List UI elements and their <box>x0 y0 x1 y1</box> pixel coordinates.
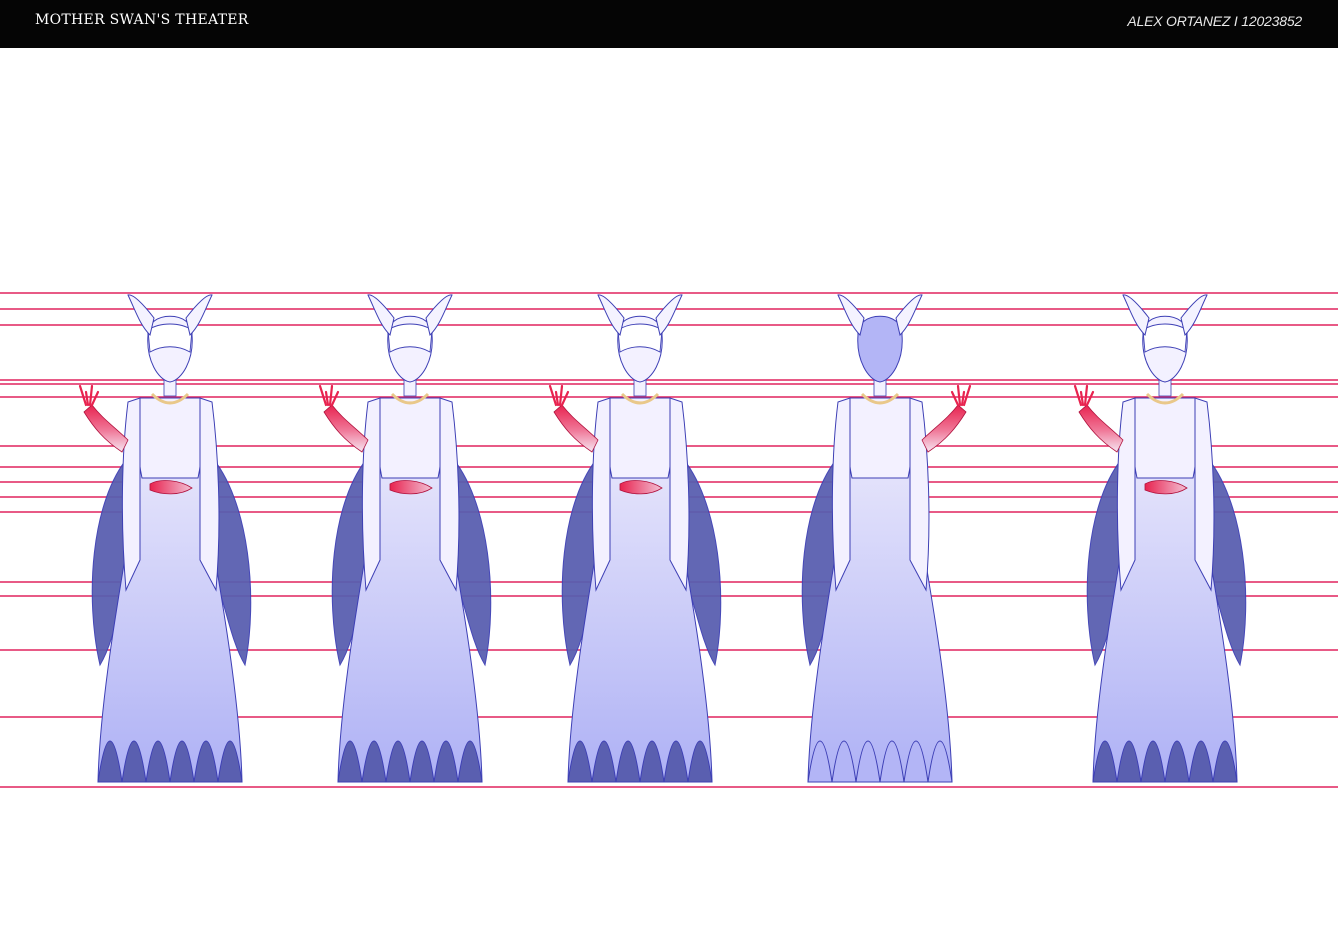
headdress-wing-left <box>837 294 865 336</box>
headdress-wing-right <box>185 294 213 336</box>
cape-sleeve-right <box>199 397 220 592</box>
bodice <box>847 397 913 479</box>
bodice <box>137 397 203 479</box>
raised-arm <box>921 404 967 453</box>
claw-finger <box>560 390 570 407</box>
headdress-wing-left <box>1122 294 1150 336</box>
headdress-wing-right <box>425 294 453 336</box>
claw-finger <box>318 384 328 407</box>
cape-sleeve-left <box>591 397 611 592</box>
raised-arm <box>323 404 369 453</box>
bodice <box>1132 397 1198 479</box>
bodice <box>607 397 673 479</box>
turnaround-artwork <box>0 292 1338 788</box>
claw-finger <box>88 384 94 407</box>
raised-arm <box>553 404 599 453</box>
claw-finger <box>956 384 962 407</box>
character-turnaround-sheet <box>0 48 1338 926</box>
project-title: MOTHER SWAN'S THEATER <box>35 12 249 28</box>
cape-sleeve-left <box>831 397 851 592</box>
character-view-three-quarter-alt <box>1073 294 1247 783</box>
headdress-wing-left <box>597 294 625 336</box>
headdress-wing-right <box>895 294 923 336</box>
cape-sleeve-right <box>909 397 930 592</box>
character-view-back <box>801 294 972 783</box>
headdress-wing-left <box>127 294 155 336</box>
claw-finger <box>962 384 972 407</box>
raised-arm <box>83 404 129 453</box>
cape-sleeve-left <box>361 397 381 592</box>
headdress-wing-right <box>655 294 683 336</box>
claw-finger <box>548 384 558 407</box>
bodice <box>377 397 443 479</box>
claw-finger <box>950 390 960 407</box>
claw-finger <box>78 384 88 407</box>
character-view-side <box>548 294 722 783</box>
claw-finger <box>328 384 334 407</box>
cape-sleeve-right <box>439 397 460 592</box>
raised-arm <box>1078 404 1124 453</box>
claw-finger <box>558 384 564 407</box>
claw-finger <box>90 390 100 407</box>
headdress-wing-left <box>367 294 395 336</box>
cape-sleeve-left <box>121 397 141 592</box>
cape-sleeve-right <box>669 397 690 592</box>
claw-finger <box>1073 384 1083 407</box>
cape-sleeve-right <box>1194 397 1215 592</box>
headdress-wing-right <box>1180 294 1208 336</box>
claw-finger <box>1085 390 1095 407</box>
claw-finger <box>330 390 340 407</box>
artist-credit: ALEX ORTANEZ I 12023852 <box>1127 13 1302 29</box>
claw-finger <box>1083 384 1089 407</box>
character-view-seated-front <box>78 294 252 783</box>
character-view-three-quarter-front <box>318 294 492 783</box>
cape-sleeve-left <box>1116 397 1136 592</box>
header-bar: MOTHER SWAN'S THEATER ALEX ORTANEZ I 120… <box>0 0 1338 48</box>
head <box>857 315 903 383</box>
